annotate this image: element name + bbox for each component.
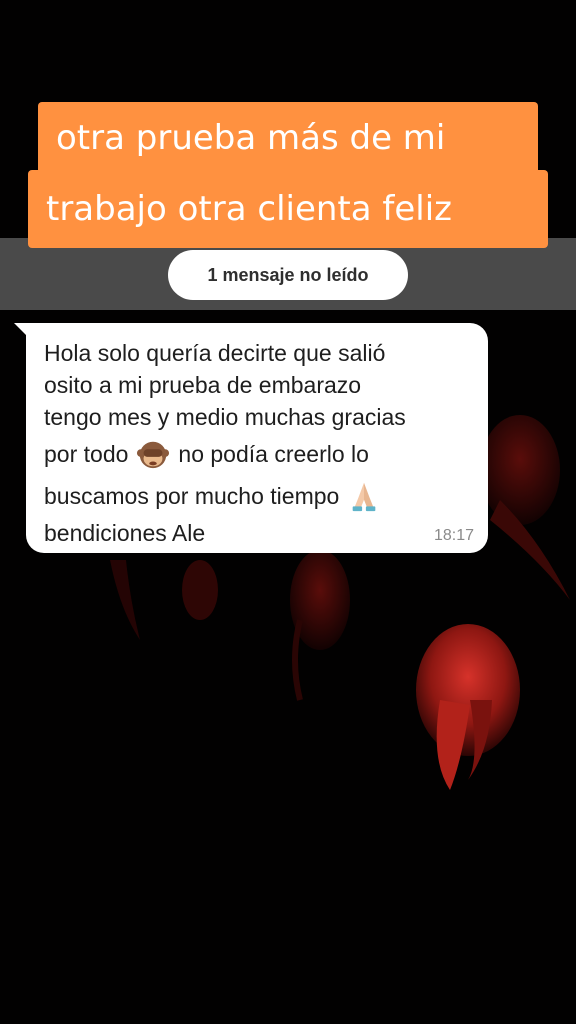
praying-hands-icon [352, 482, 376, 512]
message-line: osito a mi prueba de embarazo [44, 371, 362, 398]
message-text: por todo [44, 440, 129, 467]
message-line: tengo mes y medio muchas gracias [44, 403, 406, 430]
caption-line-2: trabajo otra clienta feliz [28, 170, 548, 248]
message-line: bendiciones Ale [44, 519, 206, 546]
message-line: Hola solo quería decirte que salió [44, 339, 386, 366]
message-line-with-emoji: buscamos por mucho tiempo [44, 475, 470, 517]
chat-message-bubble[interactable]: Hola solo quería decirte que salió osito… [26, 323, 488, 553]
message-text: buscamos por mucho tiempo [44, 482, 340, 509]
see-no-evil-monkey-icon [137, 441, 170, 469]
caption-line-1: otra prueba más de mi [38, 102, 538, 174]
message-line-with-emoji: por todo no podía creerlo lo [44, 433, 470, 475]
message-timestamp: 18:17 [433, 527, 474, 544]
unread-messages-banner: 1 mensaje no leído [168, 250, 408, 300]
message-text: no podía creerlo lo [178, 440, 369, 467]
video-frame: trabajo otra clienta feliz otra prueba m… [0, 0, 576, 1024]
